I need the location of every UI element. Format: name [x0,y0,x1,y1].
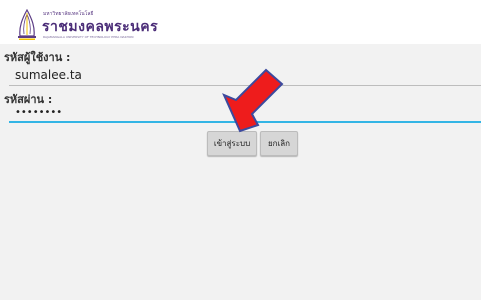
login-screen: มหาวิทยาลัยเทคโนโลยี ราชมงคลพระนคร RAJAM… [0,0,481,300]
university-tagline: RAJAMANGALA UNIVERSITY OF TECHNOLOGY PHR… [43,35,134,39]
university-seal-icon [18,9,36,40]
username-field[interactable] [9,66,481,84]
cancel-button[interactable]: ยกเลิก [260,131,298,156]
password-field[interactable] [9,104,481,122]
username-label: รหัสผู้ใช้งาน : [4,51,71,64]
login-button[interactable]: เข้าสู่ระบบ [207,131,257,156]
header-bar: มหาวิทยาลัยเทคโนโลยี ราชมงคลพระนคร RAJAM… [0,0,481,44]
password-underline [9,121,481,123]
username-underline [9,85,481,86]
